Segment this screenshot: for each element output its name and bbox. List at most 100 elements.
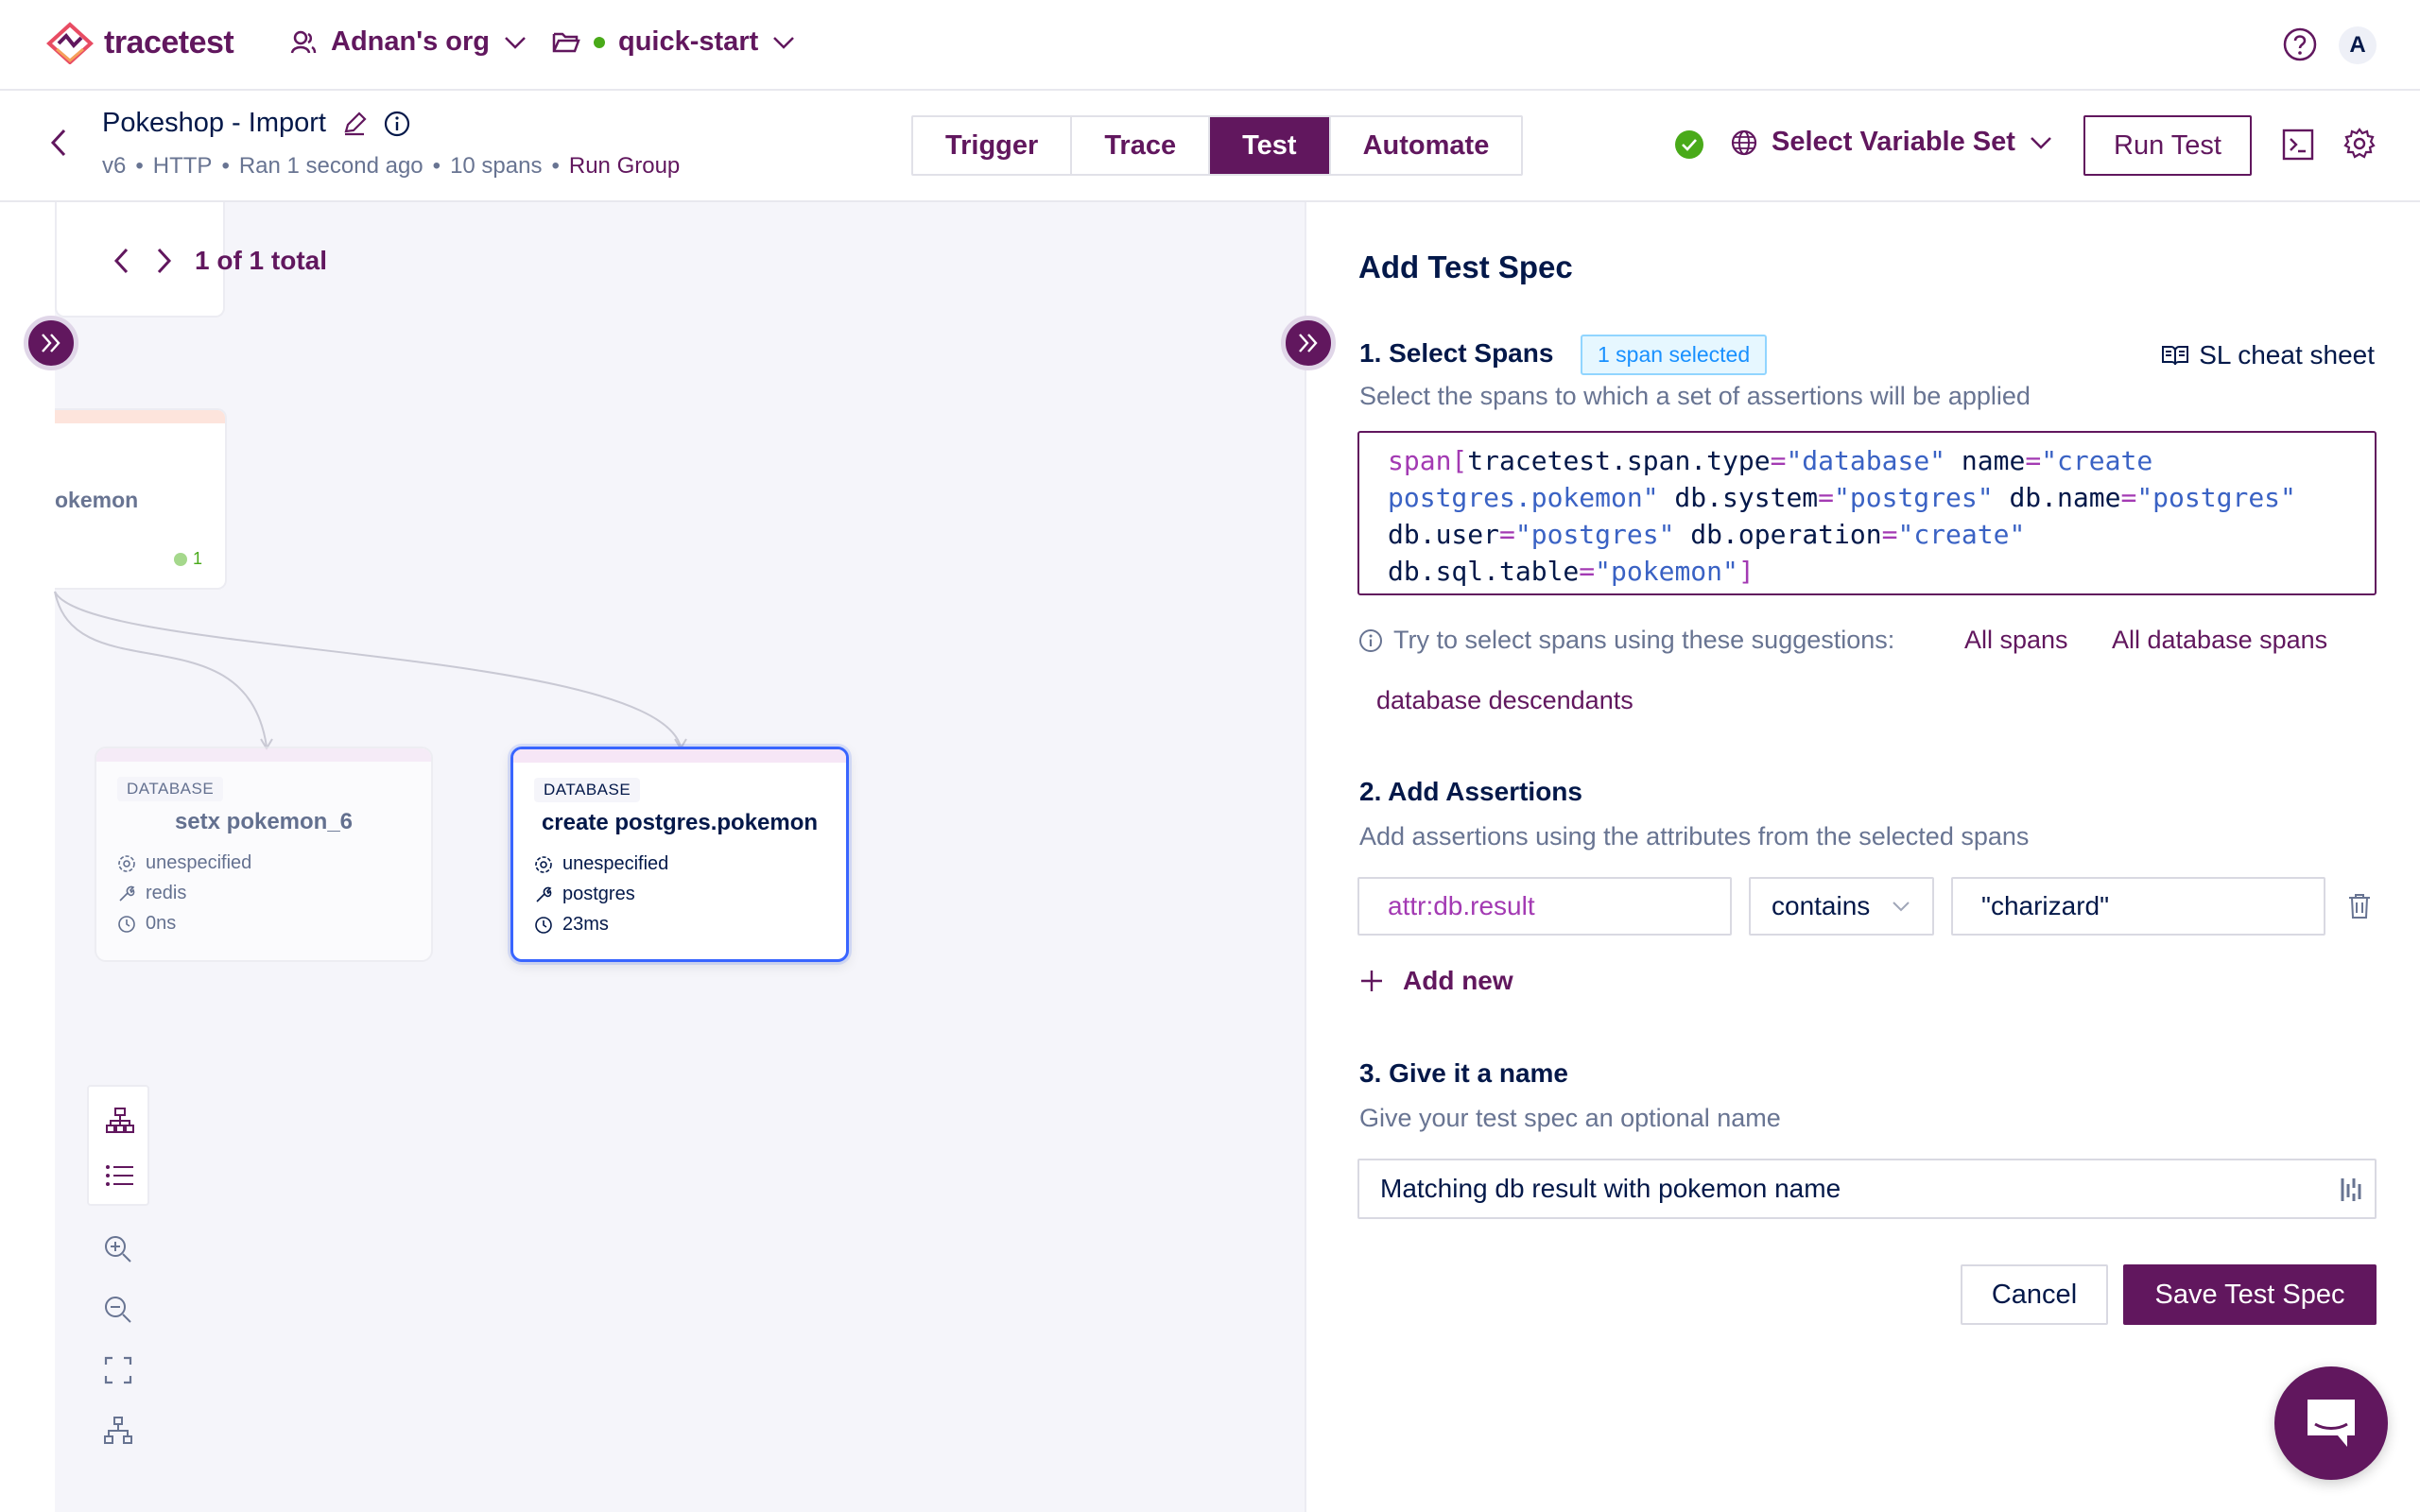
tab-trigger[interactable]: Trigger <box>913 117 1073 174</box>
span-system-attr: redis <box>117 883 186 904</box>
span-node-name: create postgres.pokemon <box>541 810 819 835</box>
chat-support-button[interactable] <box>2274 1366 2388 1480</box>
assertion-operator-select[interactable]: contains <box>1749 877 1934 936</box>
select-spans-title: 1. Select Spans <box>1359 338 1554 368</box>
run-test-button[interactable]: Run Test <box>2083 115 2252 176</box>
diagram-view-button[interactable] <box>89 1094 151 1147</box>
span-service-attr: unespecified <box>534 853 668 875</box>
password-manager-icon[interactable] <box>2339 1176 2363 1204</box>
org-name: Adnan's org <box>331 26 491 57</box>
plus-icon <box>1361 971 1382 991</box>
trace-diagram[interactable]: 1 of 1 total okemon 1 DATABASE setx poke… <box>0 202 1305 1512</box>
test-name: Pokeshop - Import <box>102 108 326 138</box>
info-icon <box>1359 628 1382 652</box>
timeline-view-button[interactable] <box>89 1149 151 1202</box>
save-test-spec-button[interactable]: Save Test Spec <box>2123 1264 2377 1325</box>
hierarchy-icon <box>104 1417 132 1444</box>
help-icon[interactable] <box>2282 26 2318 62</box>
form-title: Add Test Spec <box>1358 249 1573 284</box>
span-selector-editor[interactable]: span[tracetest.span.type="database" name… <box>1357 431 2377 595</box>
tab-trace[interactable]: Trace <box>1072 117 1211 174</box>
org-selector[interactable]: Adnan's org <box>289 26 527 58</box>
span-duration-attr: 23ms <box>534 914 609 936</box>
wrench-icon <box>536 886 552 902</box>
sitemap-icon <box>106 1108 134 1133</box>
run-status-success-icon <box>1675 130 1703 159</box>
span-node-check-count: 1 <box>173 549 202 569</box>
user-group-icon <box>290 30 317 53</box>
suggestion-all-spans[interactable]: All spans <box>1964 626 2068 655</box>
wrench-icon <box>119 885 135 902</box>
run-tabs: Trigger Trace Test Automate <box>911 115 1524 176</box>
variable-set-selector[interactable]: Select Variable Set <box>1730 127 2053 158</box>
chevron-down-icon <box>2031 136 2051 149</box>
zoom-in-icon <box>105 1236 131 1263</box>
select-spans-description: Select the spans to which a set of asser… <box>1359 382 2031 410</box>
double-chevron-right-icon <box>1299 334 1318 352</box>
add-new-assertion-button[interactable]: Add new <box>1359 966 1513 996</box>
span-node-name: okemon <box>55 488 139 512</box>
chevron-down-icon <box>1893 902 1910 912</box>
gear-icon <box>118 854 135 872</box>
expand-right-panel-button[interactable] <box>1281 316 1336 370</box>
operator-value: contains <box>1772 891 1871 920</box>
chat-bubble-icon <box>2308 1400 2355 1447</box>
tab-test[interactable]: Test <box>1210 117 1331 174</box>
fit-view-button[interactable] <box>87 1344 149 1397</box>
gear-icon <box>535 855 552 873</box>
zoom-out-button[interactable] <box>87 1283 149 1336</box>
trigger-type: HTTP <box>152 153 213 179</box>
list-icon <box>106 1165 133 1186</box>
span-type-badge: DATABASE <box>117 777 224 801</box>
span-node-selected[interactable]: DATABASE create postgres.pokemon unespec… <box>510 747 849 962</box>
tracetest-logo-icon <box>46 22 94 64</box>
cheat-sheet-link[interactable]: SL cheat sheet <box>2161 340 2375 370</box>
span-duration-attr: 0ns <box>117 913 176 935</box>
chevron-down-icon <box>773 36 795 49</box>
span-node-name: setx pokemon_6 <box>174 809 354 834</box>
environment-status-dot <box>594 36 605 48</box>
run-group-link[interactable]: Run Group <box>569 153 680 180</box>
folder-open-icon <box>552 32 580 52</box>
cancel-button[interactable]: Cancel <box>1961 1264 2108 1325</box>
last-run: Ran 1 second ago <box>238 153 424 179</box>
spans-selected-badge: 1 span selected <box>1581 335 1768 375</box>
span-system-attr: postgres <box>534 884 635 905</box>
span-service-attr: unespecified <box>117 852 251 874</box>
give-name-description: Give your test spec an optional name <box>1359 1104 1781 1132</box>
globe-icon <box>1731 129 1757 155</box>
add-assertions-description: Add assertions using the attributes from… <box>1359 822 2030 850</box>
zoom-in-button[interactable] <box>87 1223 149 1276</box>
suggestion-database-descendants[interactable]: database descendants <box>1376 686 1634 715</box>
avatar[interactable]: A <box>2339 26 2377 64</box>
give-name-title: 3. Give it a name <box>1359 1058 1568 1088</box>
logo[interactable]: tracetest <box>45 21 234 64</box>
test-title-row: Pokeshop - Import <box>102 108 411 139</box>
chevron-down-icon <box>505 36 526 49</box>
assertion-attribute-input[interactable]: attr:db.result <box>1357 877 1732 936</box>
logo-text: tracetest <box>104 24 234 60</box>
gear-icon[interactable] <box>2342 127 2377 161</box>
trash-icon[interactable] <box>2346 892 2373 920</box>
test-meta: v6 • HTTP • Ran 1 second ago • 10 spans … <box>102 153 681 180</box>
span-count: 10 spans <box>450 153 543 179</box>
environment-selector[interactable]: quick-start <box>552 26 796 58</box>
test-spec-name-input[interactable]: Matching db result with pokemon name <box>1357 1159 2377 1219</box>
test-header: Pokeshop - Import v6 • HTTP • Ran 1 seco… <box>0 91 2420 202</box>
book-icon <box>2162 346 2189 366</box>
assertion-value-input[interactable]: "charizard" <box>1951 877 2325 936</box>
add-assertions-title: 2. Add Assertions <box>1359 777 1582 806</box>
view-mode-toolbar <box>87 1085 149 1206</box>
span-node[interactable]: DATABASE setx pokemon_6 unespecified red… <box>95 747 433 962</box>
variable-set-label: Select Variable Set <box>1772 127 2015 157</box>
edit-icon[interactable] <box>341 111 368 137</box>
clock-icon <box>118 915 135 933</box>
span-node-partial[interactable]: okemon 1 <box>55 408 227 590</box>
back-arrow-icon[interactable] <box>45 127 74 159</box>
tree-layout-button[interactable] <box>87 1404 149 1457</box>
suggestion-all-database-spans[interactable]: All database spans <box>2112 626 2327 655</box>
tab-automate[interactable]: Automate <box>1330 117 1522 174</box>
info-icon[interactable] <box>383 110 411 138</box>
suggestions-row: Try to select spans using these suggesti… <box>1357 626 1894 655</box>
terminal-icon[interactable] <box>2282 129 2314 161</box>
